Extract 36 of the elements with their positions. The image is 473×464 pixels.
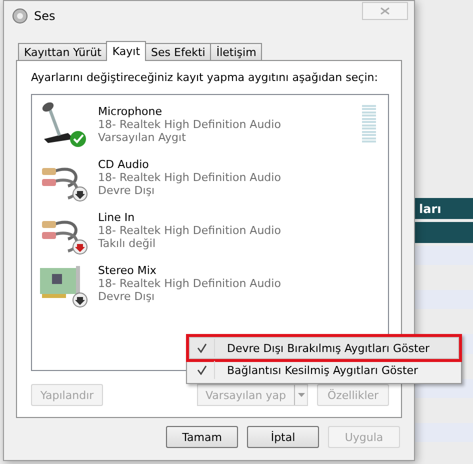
device-item[interactable]: Stereo Mix 18- Realtek High Definition Audio Devre Dışı	[38, 258, 382, 308]
header-bar	[413, 222, 473, 244]
device-driver: 18- Realtek High Definition Audio	[98, 171, 281, 184]
device-status: Devre Dışı	[98, 290, 156, 303]
close-icon	[380, 7, 390, 15]
dropdown-arrow-icon	[298, 393, 304, 397]
window-title: Ses	[34, 9, 56, 23]
dialog-button[interactable]: İptal	[247, 426, 319, 448]
level-meter	[362, 105, 376, 144]
device-driver: 18- Realtek High Definition Audio	[98, 118, 281, 131]
device-status: Takılı değil	[98, 237, 157, 250]
menu-item[interactable]: Bağlantısı Kesilmiş Aygıtları Göster	[189, 359, 459, 381]
device-driver: 18- Realtek High Definition Audio	[98, 277, 281, 290]
tab[interactable]: İletişim	[210, 43, 262, 61]
tab[interactable]: Kayıttan Yürüt	[18, 43, 108, 61]
close-button[interactable]	[362, 2, 408, 20]
device-name: CD Audio	[98, 158, 150, 171]
speaker-icon	[12, 8, 28, 24]
device-item[interactable]: CD Audio 18- Realtek High Definition Audio Devre Dışı	[38, 152, 382, 202]
dialog-button[interactable]: Tamam	[166, 426, 238, 448]
audio-cable-icon	[42, 220, 78, 252]
audio-cable-icon	[42, 168, 78, 200]
device-name: Line In	[98, 211, 136, 224]
device-item[interactable]: Microphone 18- Realtek High Definition Audio Varsayılan Aygıt	[38, 99, 382, 149]
device-name: Microphone	[98, 105, 164, 118]
device-name: Stereo Mix	[98, 264, 158, 277]
instruction-text: Ayarlarını değiştireceğiniz kayıt yapma aygıtını aşağıdan seçin:	[31, 71, 379, 84]
menu-item[interactable]: Devre Dışı Bırakılmış Aygıtları Göster	[189, 337, 459, 359]
device-driver: 18- Realtek High Definition Audio	[98, 224, 281, 237]
device-status: Varsayılan Aygıt	[98, 131, 187, 144]
device-item[interactable]: Line In 18- Realtek High Definition Audio Takılı değil	[38, 205, 382, 255]
tab[interactable]: Kayıt	[106, 41, 146, 61]
device-status: Devre Dışı	[98, 184, 156, 197]
page-heading: ları	[413, 198, 473, 220]
tab[interactable]: Ses Efekti	[145, 43, 212, 61]
sound-card-icon	[40, 266, 80, 300]
